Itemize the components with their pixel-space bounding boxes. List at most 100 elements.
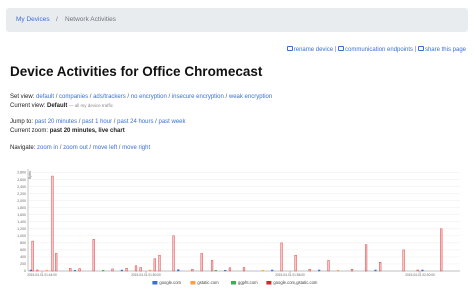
chart-bar	[421, 269, 424, 272]
jump-past-week[interactable]: past week	[158, 119, 185, 125]
legend-swatch	[266, 281, 272, 285]
jump-past-20-minutes[interactable]: past 20 minutes	[35, 119, 77, 125]
navigate-row: Navigate: zoom in / zoom out / move left…	[10, 145, 151, 151]
chart-bar	[261, 270, 264, 272]
breadcrumb: My Devices / Network Activities	[6, 8, 468, 32]
share-page-link[interactable]: share this page	[417, 46, 466, 53]
jump-to-row: Jump to: past 20 minutes / past 1 hour /…	[10, 119, 186, 125]
y-tick-label: 1,200	[17, 227, 26, 231]
view-option-weak-encryption[interactable]: weak encryption	[229, 94, 272, 100]
current-zoom-value: past 20 minutes, live chart	[49, 128, 125, 134]
communication-endpoints-label: communication endpoints	[345, 46, 414, 53]
y-axis-label: Bytes	[28, 171, 32, 179]
y-tick-label: 1,400	[17, 220, 26, 224]
chart-bar	[148, 269, 152, 272]
jump-past-24-hours[interactable]: past 24 hours	[117, 119, 153, 125]
page-title: Device Activities for Office Chromecast	[10, 64, 263, 79]
current-view-hint: — all my device traffic	[69, 103, 113, 108]
current-zoom-label: Current zoom:	[10, 128, 49, 134]
view-option-no-encryption[interactable]: no encryption	[131, 94, 167, 100]
jump-to-label: Jump to:	[10, 119, 34, 125]
chart-bar	[416, 269, 419, 272]
view-option-insecure-encryption[interactable]: insecure encryption	[172, 94, 224, 100]
chart-bar	[92, 239, 95, 272]
y-tick-label: 2,000	[17, 199, 26, 203]
chart-bar	[350, 269, 354, 272]
chart-bar	[294, 254, 297, 272]
chart-bar	[111, 268, 114, 272]
chart-bar	[158, 254, 161, 272]
move-left-link[interactable]: move left	[93, 145, 117, 151]
x-tick-label: 2019-04-01 01:56:00	[275, 273, 305, 277]
page-actions: rename device | communication endpoints …	[286, 46, 466, 53]
y-tick-label: 1,000	[17, 234, 26, 238]
move-right-link[interactable]: move right	[122, 145, 150, 151]
chart-bar	[402, 249, 405, 272]
rename-device-link[interactable]: rename device	[286, 46, 334, 53]
x-tick-label: 2019-04-01 02:00:00	[405, 273, 435, 277]
legend-label: google.com,gstatic.com	[273, 280, 318, 285]
breadcrumb-home-link[interactable]: My Devices	[16, 16, 50, 23]
communication-endpoints-link[interactable]: communication endpoints	[338, 46, 414, 53]
chart-bar	[134, 265, 138, 272]
chart-bar	[280, 242, 283, 272]
legend-label: gstatic.com	[197, 280, 219, 285]
chart-bar	[172, 235, 175, 272]
chart-bar	[102, 270, 105, 272]
chart-bar	[379, 262, 382, 272]
legend-swatch	[190, 281, 196, 285]
share-page-label: share this page	[424, 46, 466, 53]
chart-bar	[153, 258, 156, 272]
chart-bar	[120, 269, 124, 272]
chart-bar	[271, 269, 274, 272]
legend-swatch	[231, 281, 236, 285]
chart-bar	[191, 269, 194, 272]
chart-bar	[45, 269, 48, 272]
chart-bar	[31, 240, 34, 272]
chart-bar	[308, 269, 311, 272]
current-zoom-row: Current zoom: past 20 minutes, live char…	[10, 128, 125, 134]
y-tick-label: 400	[20, 255, 26, 259]
chart-bar	[29, 269, 32, 272]
chart-bar	[200, 253, 203, 272]
monitor-icon	[338, 46, 345, 51]
current-view-value: Default	[47, 103, 68, 109]
y-tick-label: 800	[20, 241, 26, 245]
y-tick-label: 1,800	[17, 206, 26, 210]
view-option-ads-trackers[interactable]: ads/trackers	[93, 94, 126, 100]
chart-bar	[440, 228, 443, 272]
chart-bar	[51, 175, 54, 272]
y-tick-label: 2,600	[17, 178, 26, 182]
y-tick-label: 1,600	[17, 213, 26, 217]
zoom-out-link[interactable]: zoom out	[63, 145, 88, 151]
chart-bar	[36, 269, 39, 272]
chart-bar	[224, 270, 227, 272]
breadcrumb-current: Network Activities	[65, 16, 116, 23]
chart-bar	[69, 267, 72, 272]
chart-bar	[327, 260, 330, 272]
y-tick-label: 600	[20, 248, 26, 252]
jump-past-1-hour[interactable]: past 1 hour	[82, 119, 112, 125]
breadcrumb-separator: /	[56, 16, 58, 23]
chart-bar	[318, 269, 321, 272]
chart-bar	[214, 270, 217, 272]
rename-device-label: rename device	[293, 46, 334, 53]
chart-bar	[228, 267, 232, 272]
link-icon	[417, 46, 424, 51]
y-tick-label: 2,400	[17, 185, 26, 189]
x-tick-label: 2019-04-01 01:44:00	[27, 273, 57, 277]
chart-bar	[210, 260, 214, 272]
zoom-in-link[interactable]: zoom in	[37, 145, 58, 151]
view-option-companies[interactable]: companies	[59, 94, 88, 100]
chart-bar	[336, 270, 340, 272]
set-view-label: Set view:	[10, 94, 35, 100]
chart-bar	[78, 268, 81, 272]
chart-bar	[374, 269, 377, 272]
navigate-label: Navigate:	[10, 145, 36, 151]
edit-icon	[286, 46, 293, 51]
view-option-default[interactable]: default	[36, 94, 54, 100]
chart-bar	[125, 267, 128, 272]
y-tick-label: 0	[24, 269, 26, 273]
y-tick-label: 2,200	[17, 192, 26, 196]
legend-label: google.com	[159, 280, 181, 285]
